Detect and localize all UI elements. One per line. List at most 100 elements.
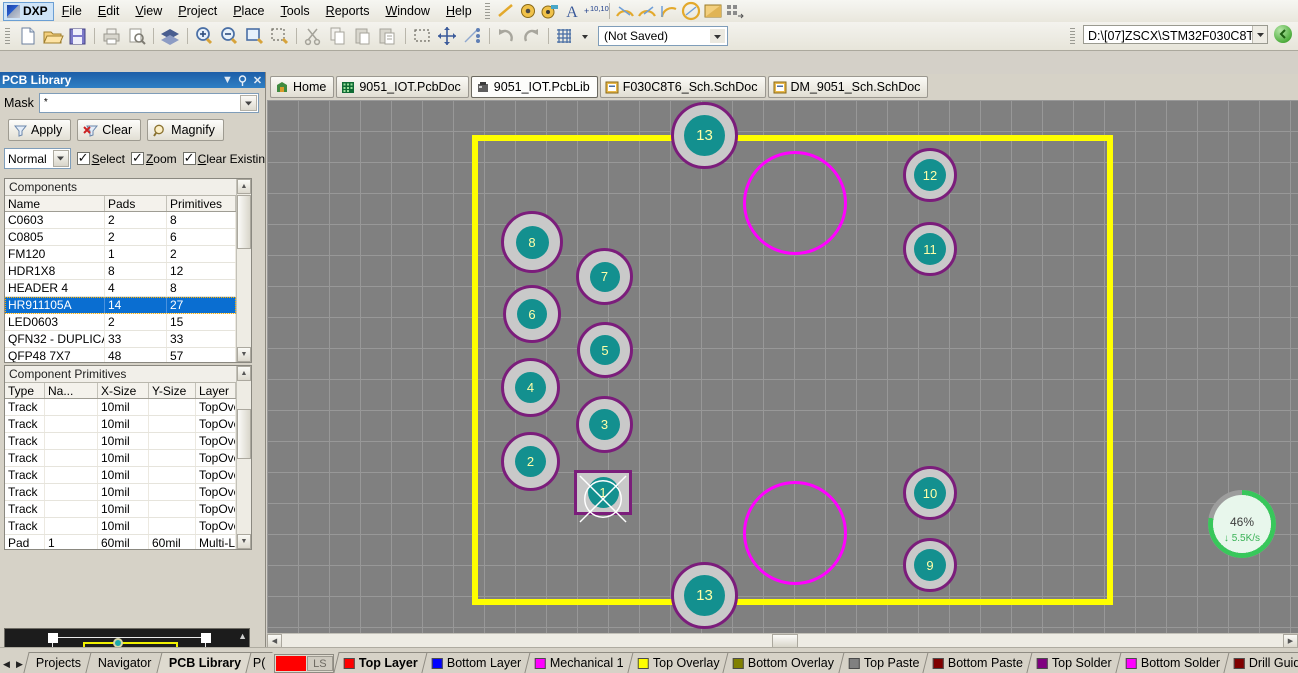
mask-mode-dropdown[interactable]: Normal bbox=[4, 148, 71, 169]
doc-tab-dm9051sch[interactable]: DM_9051_Sch.SchDoc bbox=[767, 76, 929, 98]
layer-tab[interactable]: Bottom Solder bbox=[1115, 652, 1230, 673]
clear-existing-checkbox[interactable]: Clear Existin bbox=[182, 150, 265, 166]
table-row[interactable]: Track 10mil TopOverla bbox=[5, 518, 236, 536]
menu-help[interactable]: Help bbox=[438, 1, 480, 21]
back-navigation-button[interactable] bbox=[1274, 25, 1292, 43]
paste-special-button[interactable] bbox=[376, 24, 401, 48]
canvas-horizontal-scrollbar[interactable]: ◀ ▶ bbox=[267, 633, 1298, 648]
menu-place[interactable]: Place bbox=[225, 1, 272, 21]
panel-pin-icon[interactable] bbox=[235, 73, 250, 87]
pcb-pad[interactable]: 7 bbox=[576, 248, 633, 305]
grid-button[interactable] bbox=[553, 24, 578, 48]
pcb-pad[interactable]: 11 bbox=[903, 222, 957, 276]
layer-sets-button[interactable]: LS bbox=[306, 656, 333, 671]
pcb-pad[interactable]: 13 bbox=[671, 562, 738, 629]
components-scroll-thumb[interactable] bbox=[237, 195, 251, 249]
layers-button[interactable] bbox=[158, 24, 183, 48]
pcb-pad[interactable]: 13 bbox=[671, 102, 738, 169]
col-header-xsize[interactable]: X-Size bbox=[98, 382, 149, 399]
mode-chevron-down-icon[interactable] bbox=[52, 150, 69, 167]
select-area-button[interactable] bbox=[410, 24, 435, 48]
panel-close-icon[interactable]: ✕ bbox=[250, 73, 265, 87]
table-row[interactable]: HEADER 448 bbox=[5, 280, 236, 298]
standard-toolbar-grip[interactable] bbox=[5, 28, 10, 44]
pcb-pad[interactable]: 1 bbox=[574, 470, 632, 523]
doc-tab-pcblib[interactable]: 9051_IOT.PcbLib bbox=[470, 76, 598, 98]
pcb-pad[interactable]: 3 bbox=[576, 396, 633, 453]
pcb-pad[interactable]: 2 bbox=[501, 432, 560, 491]
panel-tab-projects[interactable]: Projects bbox=[23, 652, 93, 673]
table-row[interactable]: LED0603 2 15 bbox=[5, 314, 236, 332]
preview-selection-handle[interactable] bbox=[201, 633, 211, 643]
undo-button[interactable] bbox=[494, 24, 519, 48]
pcb-pad[interactable]: 9 bbox=[903, 538, 957, 592]
pcb-canvas[interactable]: 13 12 11 8 7 6 5 4 3 2 1 10 9 13 46% ↓ 5.5K/s bbox=[267, 100, 1298, 633]
copy-button[interactable] bbox=[326, 24, 351, 48]
canvas-scroll-left[interactable]: ◀ bbox=[267, 634, 282, 648]
menu-edit[interactable]: Edit bbox=[90, 1, 128, 21]
primitives-scrollbar[interactable]: ▲ ▼ bbox=[236, 366, 251, 549]
open-document-button[interactable] bbox=[40, 24, 65, 48]
layer-tab[interactable]: Bottom Paste bbox=[922, 652, 1033, 673]
arc-center-tool-icon[interactable] bbox=[614, 1, 636, 21]
coordinate-tool-icon[interactable]: +10,10 bbox=[583, 1, 609, 21]
document-path-dropdown[interactable]: D:\[07]ZSCX\STM32F030C8T6 目 bbox=[1083, 25, 1268, 44]
menu-project[interactable]: Project bbox=[170, 1, 225, 21]
cross-probe-button[interactable] bbox=[460, 24, 485, 48]
layer-tab[interactable]: Top Layer bbox=[333, 652, 428, 673]
components-scroll-down[interactable]: ▼ bbox=[237, 347, 251, 362]
save-button[interactable] bbox=[65, 24, 90, 48]
layer-tab[interactable]: Top Paste bbox=[837, 652, 929, 673]
paste-array-tool-icon[interactable] bbox=[724, 1, 746, 21]
mounting-hole-outline[interactable] bbox=[743, 481, 847, 585]
fill-tool-icon[interactable] bbox=[702, 1, 724, 21]
col-header-ysize[interactable]: Y-Size bbox=[149, 382, 196, 399]
zoom-out-button[interactable] bbox=[217, 24, 242, 48]
components-scrollbar[interactable]: ▲ ▼ bbox=[236, 179, 251, 362]
table-row[interactable]: Track 10mil TopOverla bbox=[5, 467, 236, 485]
arc-any-angle-tool-icon[interactable] bbox=[658, 1, 680, 21]
layer-tab[interactable]: Top Overlay bbox=[627, 652, 730, 673]
panel-tab-pcb-library[interactable]: PCB Library bbox=[156, 652, 253, 673]
panel-tabs-prev-button[interactable]: ◀ bbox=[0, 655, 13, 673]
col-header-layer[interactable]: Layer bbox=[196, 382, 236, 399]
table-row[interactable]: Track 10mil TopOverla bbox=[5, 399, 236, 417]
table-row[interactable]: Track 10mil TopOverla bbox=[5, 484, 236, 502]
full-circle-tool-icon[interactable] bbox=[680, 1, 702, 21]
path-toolbar-grip[interactable] bbox=[1070, 28, 1075, 44]
zoom-area-button[interactable] bbox=[267, 24, 292, 48]
zoom-checkbox[interactable]: Zoom bbox=[130, 150, 177, 166]
mask-chevron-down-icon[interactable] bbox=[240, 95, 257, 111]
redo-button[interactable] bbox=[519, 24, 544, 48]
clear-button[interactable]: Clear bbox=[77, 119, 142, 141]
primitives-scroll-thumb[interactable] bbox=[237, 409, 251, 459]
components-scroll-up[interactable]: ▲ bbox=[237, 179, 251, 194]
table-row[interactable]: QFP48 7X7 48 57 bbox=[5, 348, 236, 362]
mask-input[interactable]: * bbox=[38, 93, 259, 113]
magnify-button[interactable]: Magnify bbox=[147, 119, 224, 141]
primitives-scroll-up[interactable]: ▲ bbox=[237, 366, 251, 381]
print-preview-button[interactable] bbox=[124, 24, 149, 48]
arc-edge-tool-icon[interactable] bbox=[636, 1, 658, 21]
menu-view[interactable]: View bbox=[127, 1, 170, 21]
pcb-pad[interactable]: 8 bbox=[501, 211, 563, 273]
print-button[interactable] bbox=[99, 24, 124, 48]
grid-dropdown-arrow[interactable] bbox=[578, 24, 592, 48]
table-row[interactable]: HR911105A 14 27 bbox=[5, 297, 236, 315]
zoom-document-button[interactable] bbox=[242, 24, 267, 48]
pad-tool-icon[interactable] bbox=[517, 1, 539, 21]
panel-tab-navigator[interactable]: Navigator bbox=[85, 652, 164, 673]
col-header-type[interactable]: Type bbox=[5, 382, 45, 399]
doc-tab-home[interactable]: Home bbox=[270, 76, 335, 98]
mounting-hole-outline[interactable] bbox=[743, 151, 847, 255]
table-row[interactable]: Track 10mil TopOverla bbox=[5, 416, 236, 434]
pcb-pad[interactable]: 6 bbox=[503, 285, 561, 343]
cut-button[interactable] bbox=[301, 24, 326, 48]
new-document-button[interactable] bbox=[15, 24, 40, 48]
doc-tab-pcbdoc[interactable]: 9051_IOT.PcbDoc bbox=[336, 76, 469, 98]
pcb-pad[interactable]: 5 bbox=[577, 322, 633, 378]
table-row[interactable]: Pad160mil60milMulti-Layer bbox=[5, 535, 236, 549]
toolbar-grip[interactable] bbox=[484, 3, 490, 19]
layer-tab[interactable]: Top Solder bbox=[1026, 652, 1122, 673]
panel-menu-icon[interactable]: ▼ bbox=[220, 73, 235, 87]
